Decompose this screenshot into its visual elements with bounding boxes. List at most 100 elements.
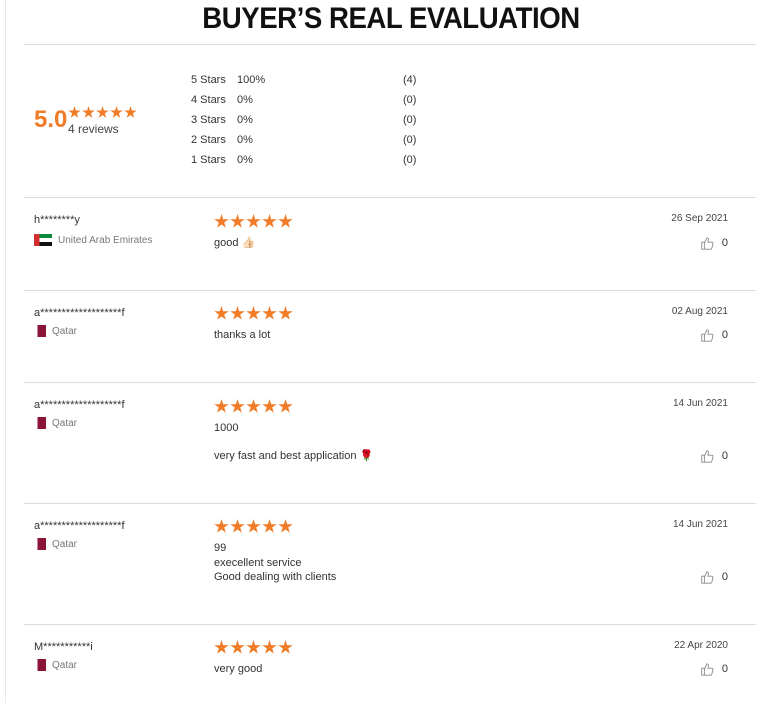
qatar-flag-icon (34, 325, 46, 337)
distribution-count: (0) (403, 94, 417, 106)
reviewer-country: Qatar (34, 659, 77, 671)
star-icon (96, 106, 109, 118)
like-count: 0 (721, 329, 728, 341)
distribution-count: (0) (403, 114, 417, 126)
review-item: a*******************f Qatar 1000 very fa… (0, 383, 782, 503)
qatar-flag-icon (34, 538, 46, 550)
reviewer-country: Qatar (34, 538, 77, 550)
review-stars (214, 399, 293, 414)
average-score: 5.0 (34, 106, 68, 133)
star-icon (82, 106, 95, 118)
star-icon (68, 106, 81, 118)
review-date: 14 Jun 2021 (672, 519, 728, 530)
like-count: 0 (721, 571, 728, 583)
distribution-label: 4 Stars (191, 94, 226, 106)
thumbs-up-icon (700, 570, 714, 584)
distribution-count: (0) (403, 154, 417, 166)
star-icon (214, 214, 229, 228)
page-title: BUYER’S REAL EVALUATION (202, 2, 580, 35)
review-item: a*******************f Qatar 99 execellen… (0, 504, 782, 624)
star-icon (246, 640, 261, 654)
uae-flag-icon (34, 234, 52, 246)
star-icon (278, 399, 293, 413)
review-date: 14 Jun 2021 (672, 398, 728, 409)
review-text: 99 execellent service Good dealing with … (214, 542, 337, 583)
thumbs-up-icon (700, 236, 714, 250)
star-icon (230, 399, 245, 413)
distribution-percent: 0% (237, 154, 253, 166)
star-icon (246, 399, 261, 413)
star-icon (262, 519, 277, 533)
review-item: M***********i Qatar very good 22 Apr 202… (0, 625, 782, 703)
distribution-label: 3 Stars (191, 114, 226, 126)
review-stars (214, 306, 293, 321)
thumbs-up-icon (700, 328, 714, 342)
review-date: 26 Sep 2021 (671, 213, 728, 224)
average-stars (68, 106, 137, 119)
country-name: Qatar (52, 417, 78, 429)
thumbs-up-icon (700, 449, 714, 463)
review-date: 02 Aug 2021 (671, 306, 728, 317)
star-icon (110, 106, 123, 118)
review-text: 1000 (214, 422, 239, 434)
star-icon (230, 214, 245, 228)
star-icon (262, 640, 277, 654)
star-icon (262, 214, 277, 228)
reviewer-country: Qatar (34, 325, 77, 337)
like-button[interactable]: 0 (700, 570, 728, 584)
thumbs-up-icon (700, 662, 714, 676)
reviewer-country: United Arab Emirates (34, 234, 153, 246)
star-icon (214, 306, 229, 320)
review-stars (214, 519, 293, 534)
reviewer-name: M***********i (34, 641, 93, 653)
distribution-count: (4) (403, 74, 417, 86)
page: BUYER’S REAL EVALUATION 5.0 4 reviews 5 … (0, 0, 782, 703)
country-name: Qatar (52, 538, 78, 550)
star-icon (278, 519, 293, 533)
star-icon (262, 306, 277, 320)
star-icon (214, 519, 229, 533)
star-icon (214, 399, 229, 413)
title-divider (24, 44, 756, 45)
like-button[interactable]: 0 (700, 328, 728, 342)
reviewer-name: h********y (34, 214, 80, 226)
review-text: good 👍🏻 (214, 237, 256, 249)
review-stars (214, 214, 293, 229)
review-text: very good (214, 663, 263, 675)
star-icon (246, 214, 261, 228)
like-count: 0 (721, 237, 728, 249)
star-icon (246, 519, 261, 533)
reviewer-name: a*******************f (34, 399, 125, 411)
star-icon (230, 306, 245, 320)
review-stars (214, 640, 293, 655)
review-count: 4 reviews (68, 122, 119, 136)
review-item: a*******************f Qatar thanks a lot… (0, 291, 782, 383)
country-name: United Arab Emirates (58, 234, 153, 246)
star-icon (278, 306, 293, 320)
star-icon (246, 306, 261, 320)
star-icon (124, 106, 137, 118)
like-button[interactable]: 0 (700, 662, 728, 676)
star-icon (230, 519, 245, 533)
star-icon (278, 214, 293, 228)
country-name: Qatar (52, 325, 78, 337)
distribution-label: 5 Stars (191, 74, 226, 86)
like-button[interactable]: 0 (700, 449, 728, 463)
qatar-flag-icon (34, 659, 46, 671)
distribution-percent: 0% (237, 114, 253, 126)
star-icon (230, 640, 245, 654)
distribution-label: 1 Stars (191, 154, 226, 166)
distribution-label: 2 Stars (191, 134, 226, 146)
qatar-flag-icon (34, 417, 46, 429)
review-item: h********y United Arab Emirates good 👍🏻 … (0, 198, 782, 290)
like-button[interactable]: 0 (700, 236, 728, 250)
distribution-percent: 0% (237, 94, 253, 106)
star-icon (278, 640, 293, 654)
like-count: 0 (721, 450, 728, 462)
review-date: 22 Apr 2020 (674, 640, 728, 651)
star-icon (214, 640, 229, 654)
distribution-percent: 100% (237, 74, 266, 86)
star-icon (262, 399, 277, 413)
review-text: thanks a lot (214, 329, 271, 341)
distribution-percent: 0% (237, 134, 253, 146)
